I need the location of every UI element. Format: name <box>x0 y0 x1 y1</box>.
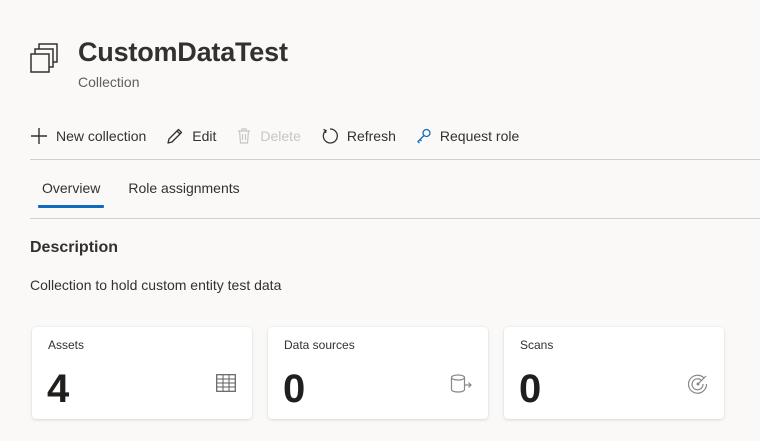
page-title: CustomDataTest <box>78 37 288 67</box>
assets-card[interactable]: Assets 4 <box>32 327 252 419</box>
tab-role-assignments[interactable]: Role assignments <box>116 180 251 207</box>
tabs-divider <box>30 218 760 219</box>
edit-label: Edit <box>192 128 217 144</box>
trash-icon <box>238 128 251 144</box>
toolbar-divider <box>30 159 760 160</box>
key-icon <box>416 128 431 144</box>
edit-button[interactable]: Edit <box>166 127 216 145</box>
new-collection-button[interactable]: New collection <box>30 127 146 145</box>
pencil-icon <box>167 128 183 144</box>
request-role-button[interactable]: Request role <box>416 127 519 145</box>
description-heading: Description <box>30 239 119 256</box>
refresh-icon <box>322 128 338 144</box>
scans-count: 0 <box>519 367 542 411</box>
request-role-label: Request role <box>439 128 520 144</box>
data-sources-card[interactable]: Data sources 0 <box>268 327 488 419</box>
scans-card[interactable]: Scans 0 <box>504 327 724 419</box>
refresh-label: Refresh <box>346 128 396 144</box>
page-header: CustomDataTest Collection <box>30 36 288 90</box>
new-collection-label: New collection <box>56 128 147 144</box>
tab-overview[interactable]: Overview <box>30 180 112 208</box>
scans-card-label: Scans <box>520 338 554 352</box>
command-bar: New collection Edit Delete Refresh Reque… <box>30 122 539 150</box>
assets-card-label: Assets <box>48 338 85 352</box>
table-icon <box>216 374 236 392</box>
page-subtitle: Collection <box>78 74 140 90</box>
scan-icon <box>688 374 708 394</box>
tab-list: Overview Role assignments <box>30 180 256 208</box>
data-source-icon <box>450 374 472 393</box>
assets-count: 4 <box>47 367 70 411</box>
refresh-button[interactable]: Refresh <box>321 127 396 145</box>
summary-cards: Assets 4 Data sources 0 Scans 0 <box>32 327 740 419</box>
description-text: Collection to hold custom entity test da… <box>30 277 282 293</box>
delete-button[interactable]: Delete <box>236 127 301 145</box>
data-sources-card-label: Data sources <box>284 338 355 352</box>
data-sources-count: 0 <box>283 367 306 411</box>
plus-icon <box>31 128 47 144</box>
collection-icon <box>30 43 58 73</box>
delete-label: Delete <box>260 128 301 144</box>
